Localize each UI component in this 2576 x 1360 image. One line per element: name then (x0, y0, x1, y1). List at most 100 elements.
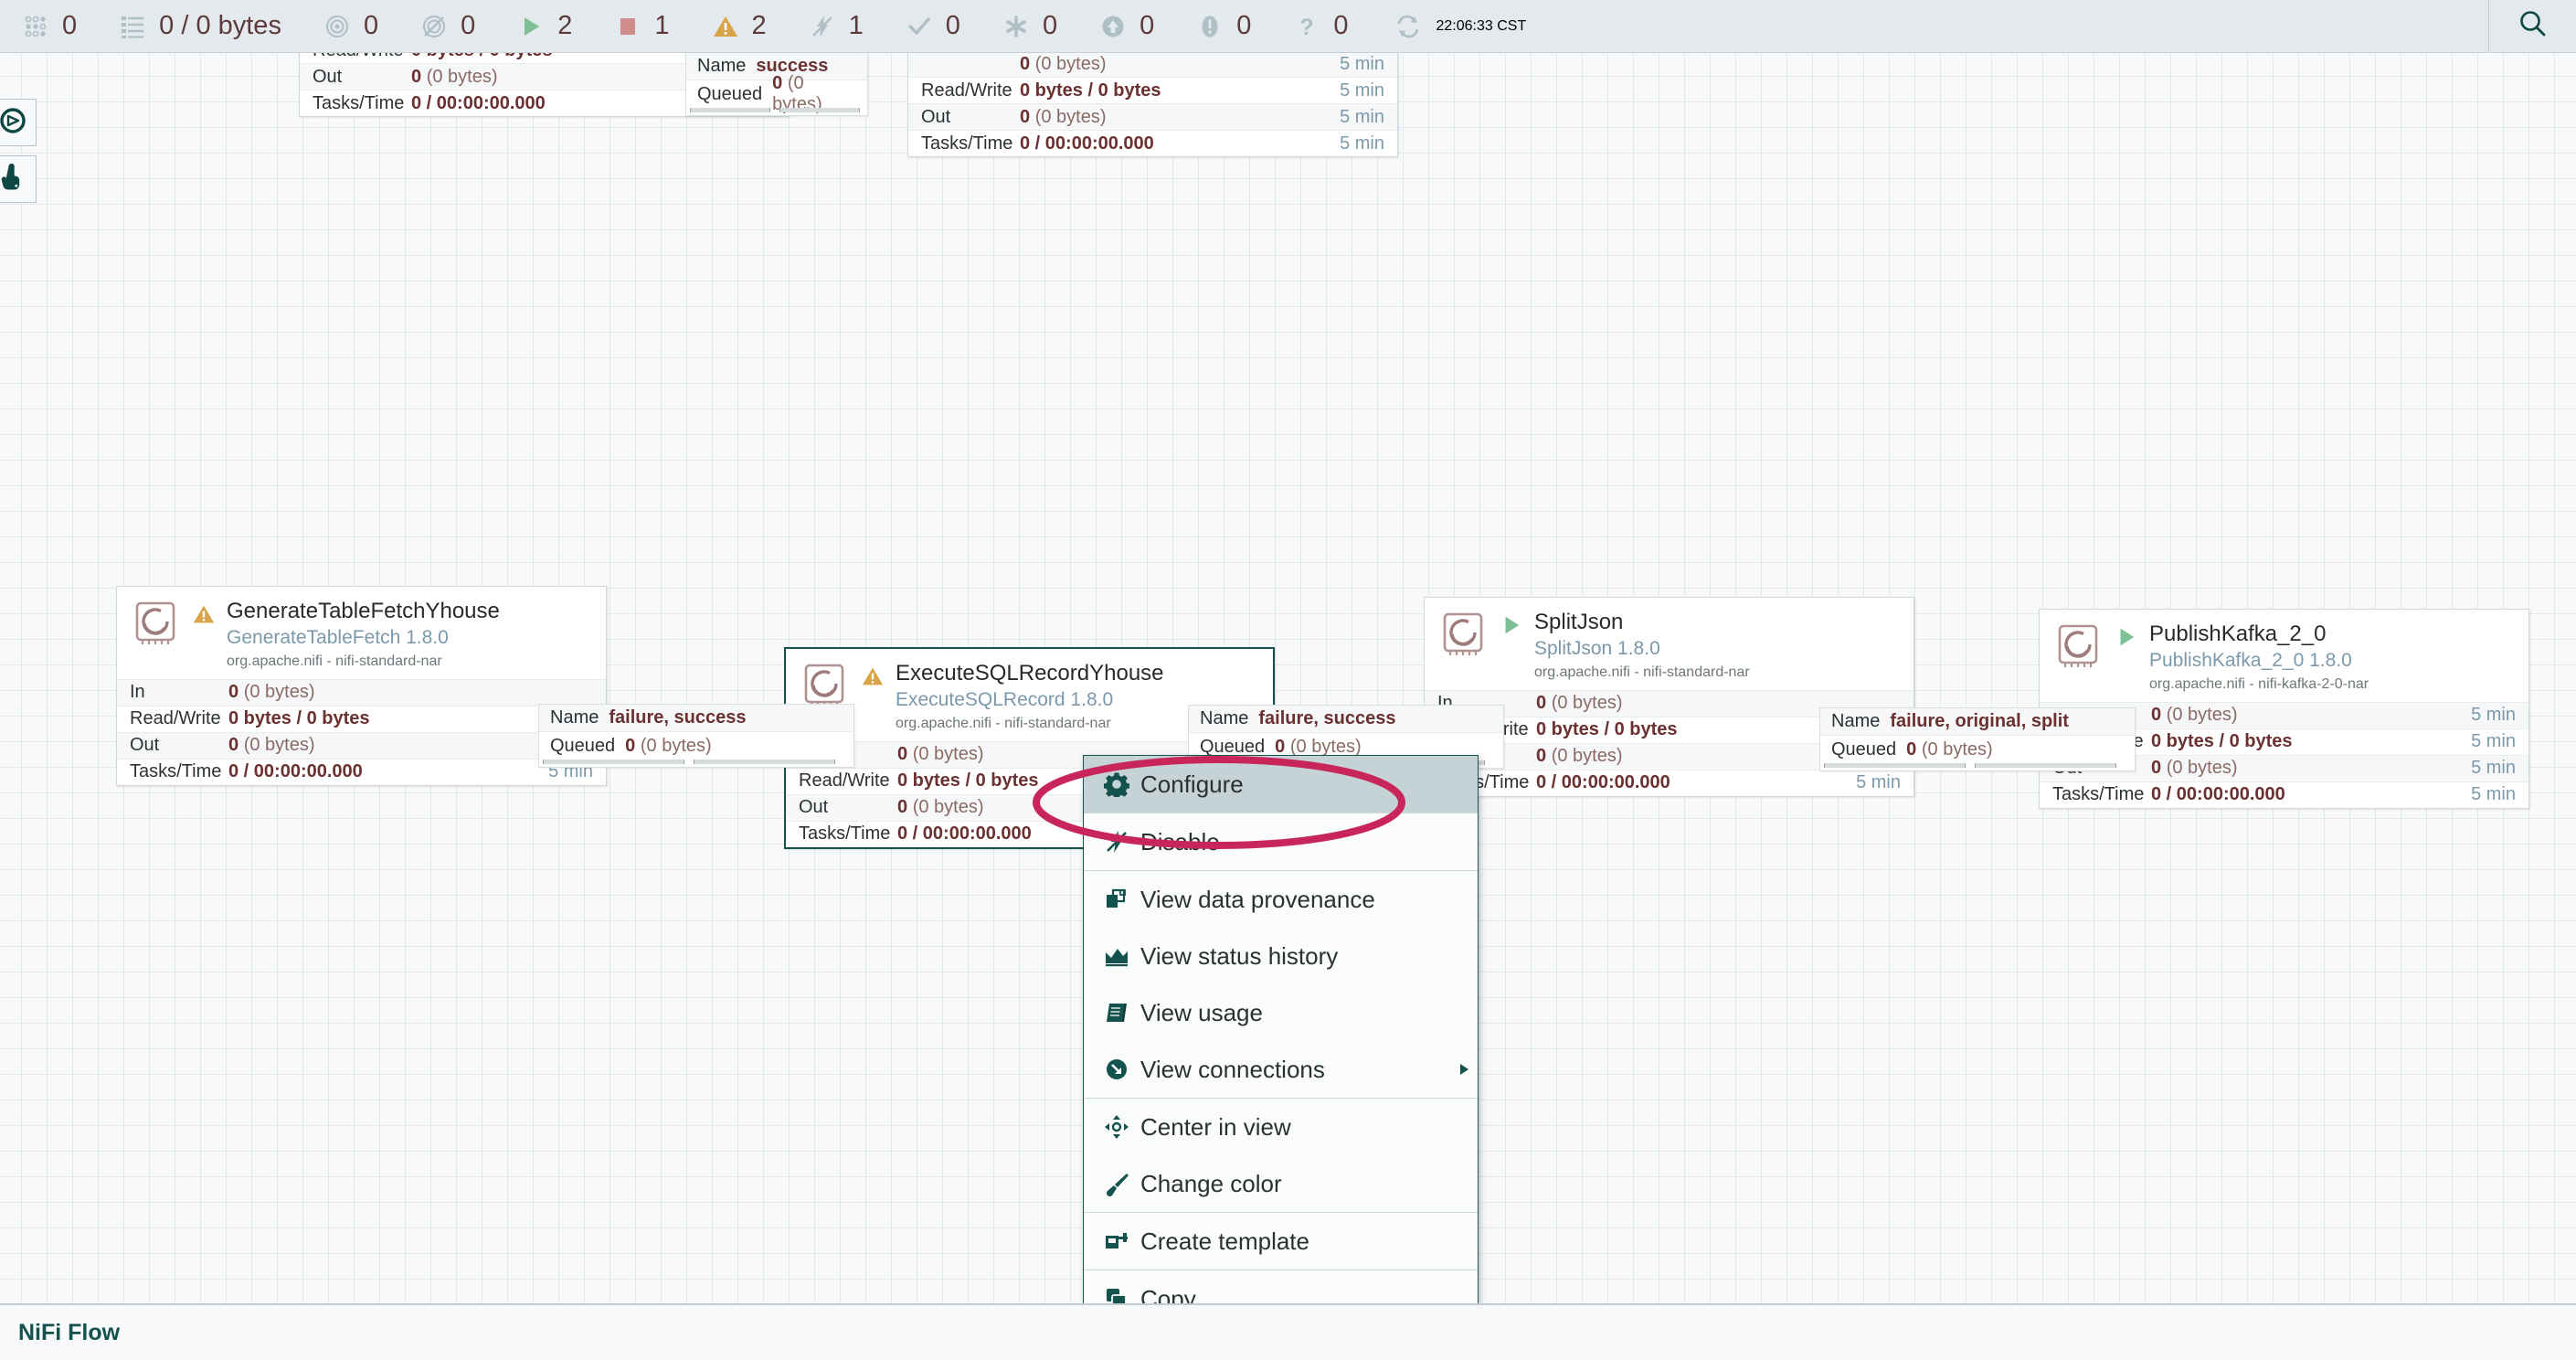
context-menu-item-view-status-history[interactable]: View status history (1084, 928, 1478, 984)
status-stale[interactable]: 0 (1077, 0, 1174, 52)
status-process-groups[interactable]: 0 (0, 0, 97, 52)
connection-name-key: Name (1200, 708, 1249, 728)
operate-button[interactable] (0, 155, 37, 203)
status-stale-value: 0 (1140, 11, 1155, 40)
status-invalid[interactable]: 2 (690, 0, 787, 52)
status-locally-modified-stale[interactable]: 0 (1174, 0, 1271, 52)
stat-row: Tasks/Time 0 / 00:00:00.000 5 min (1425, 769, 1913, 796)
processor-chip-icon (1437, 609, 1489, 660)
context-menu-item-view-connections[interactable]: View connections (1084, 1041, 1478, 1098)
connection-queued-row: Queued 0 (0 bytes) (1820, 736, 2135, 763)
stat-value: 0 (0 bytes) (1536, 746, 1623, 767)
flow-canvas[interactable]: In 0 (0 bytes) Read/Write 0 bytes / 0 by… (0, 53, 2576, 1360)
connection-queued-key: Queued (1831, 738, 1897, 760)
status-locally-modified[interactable]: 0 (981, 0, 1077, 52)
connection-name-value: failure, success (609, 707, 747, 728)
status-transmitting[interactable]: 0 (302, 0, 398, 52)
connection-label-top-success[interactable]: Name success Queued 0 (0 bytes) (685, 53, 868, 116)
context-menu-item-disable[interactable]: Disable (1084, 813, 1478, 870)
status-invalid-value: 2 (751, 11, 767, 40)
stat-value: 0 / 00:00:00.000 (228, 761, 363, 782)
stat-time: 5 min (2471, 758, 2516, 779)
stat-label: Tasks/Time (130, 761, 222, 782)
status-not-transmitting[interactable]: 0 (398, 0, 495, 52)
create-template-icon (1104, 1228, 1140, 1254)
usage-book-icon (1104, 1000, 1140, 1025)
context-menu-item-view-usage[interactable]: View usage (1084, 984, 1478, 1041)
center-in-view-icon (1104, 1114, 1140, 1140)
connection-queued-value: 0 (0 bytes) (625, 735, 712, 756)
context-menu-label: View data provenance (1140, 885, 1375, 913)
stat-row: Read/Write 0 bytes / 0 bytes (117, 705, 606, 732)
stat-value: 0 bytes / 0 bytes (1536, 719, 1678, 740)
processor-status-icon-invalid[interactable] (859, 660, 886, 734)
status-locally-modified-stale-value: 0 (1236, 11, 1252, 40)
refresh-status[interactable]: 22:06:33 CST (1369, 11, 1551, 42)
context-menu-item-configure[interactable]: Configure (1084, 756, 1478, 813)
stat-value: 0 (0 bytes) (228, 682, 315, 703)
processor-status-icon-invalid[interactable] (190, 598, 217, 672)
stat-value: 0 / 00:00:00.000 (411, 92, 546, 113)
status-stopped-value: 1 (654, 11, 670, 40)
context-menu-item-view-data-provenance[interactable]: View data provenance (1084, 871, 1478, 928)
status-process-groups-value: 0 (62, 11, 78, 40)
gear-icon (1104, 771, 1140, 797)
processor-status-icon-running[interactable] (2113, 621, 2140, 695)
processor-status-icon-running[interactable] (1498, 609, 1525, 683)
processor-context-menu[interactable]: Configure Disable View data provenance V… (1083, 755, 1479, 1360)
refresh-timestamp: 22:06:33 CST (1436, 17, 1527, 34)
stat-time: 5 min (1340, 53, 1384, 74)
status-disabled-value: 1 (848, 11, 864, 40)
stat-label: Read/Write (313, 53, 411, 61)
status-disabled[interactable]: 1 (787, 0, 884, 52)
stat-row: Tasks/Time 0 / 00:00:00.000 5 min (117, 758, 606, 785)
navigate-button[interactable] (0, 99, 37, 146)
stat-time: 5 min (1856, 772, 1901, 793)
stat-label: Tasks/Time (921, 133, 1013, 154)
status-locally-modified-value: 0 (1042, 11, 1058, 40)
status-running[interactable]: 2 (495, 0, 592, 52)
stale-icon (1097, 11, 1129, 42)
breadcrumb[interactable]: NiFi Flow (0, 1320, 120, 1346)
processor-type: SplitJson 1.8.0 (1534, 637, 1660, 659)
connection-queued-key: Queued (550, 735, 616, 756)
status-history-icon (1104, 943, 1140, 969)
stat-time: 5 min (2471, 705, 2516, 726)
connection-name-value: failure, success (1258, 708, 1396, 728)
connection-label-gtf-to-esr[interactable]: Name failure, success Queued 0 (0 bytes) (538, 704, 854, 768)
status-sync-failure[interactable]: ? 0 (1271, 0, 1368, 52)
context-menu-item-center-in-view[interactable]: Center in view (1084, 1099, 1478, 1155)
connection-name-key: Name (1831, 711, 1881, 731)
status-queued[interactable]: 0 / 0 bytes (97, 0, 302, 52)
status-stopped[interactable]: 1 (592, 0, 689, 52)
stat-time: 5 min (2471, 784, 2516, 805)
connection-label-split-to-kafka[interactable]: Name failure, original, split Queued 0 (… (1819, 707, 2136, 771)
search-icon (2518, 8, 2549, 44)
processor-name: SplitJson (1534, 610, 1624, 634)
processor-node-generate-table-fetch[interactable]: GenerateTableFetchYhouse GenerateTableFe… (116, 586, 607, 786)
processor-stats: In 0 (0 bytes) Read/Write 0 bytes / 0 by… (117, 678, 606, 785)
status-sync-failure-value: 0 (1333, 11, 1349, 40)
context-menu-label: Disable (1140, 827, 1220, 855)
processor-node[interactable]: org.apache.nifi - nifi-standard-nar 0 (0… (907, 53, 1398, 157)
processor-bundle: org.apache.nifi - nifi-kafka-2-0-nar (2149, 676, 2369, 693)
processor-stats: 0 (0 bytes) 5 min Read/Write 0 bytes / 0… (908, 53, 1397, 156)
stat-value: 0 (0 bytes) (2151, 758, 2238, 779)
processor-chip-icon (130, 598, 181, 649)
refresh-icon (1393, 11, 1424, 42)
search-button[interactable] (2488, 0, 2576, 52)
stat-label: Out (921, 106, 951, 127)
status-toolbar: 0 0 / 0 bytes 0 0 2 1 2 1 0 0 0 0 ? 0 22… (0, 0, 2576, 53)
operate-hand-icon (0, 163, 27, 197)
processor-chip-icon (2052, 621, 2104, 672)
status-queued-value: 0 / 0 bytes (159, 11, 281, 40)
invalid-icon (710, 11, 741, 42)
connection-name-value: failure, original, split (1890, 711, 2069, 731)
stat-value: 0 / 00:00:00.000 (1020, 133, 1154, 154)
context-menu-item-change-color[interactable]: Change color (1084, 1155, 1478, 1212)
context-menu-item-create-template[interactable]: Create template (1084, 1213, 1478, 1270)
locally-modified-stale-icon (1194, 11, 1225, 42)
connection-name-row: Name failure, success (539, 705, 853, 732)
status-up-to-date[interactable]: 0 (884, 0, 981, 52)
connection-name-row: Name failure, original, split (1820, 708, 2135, 736)
